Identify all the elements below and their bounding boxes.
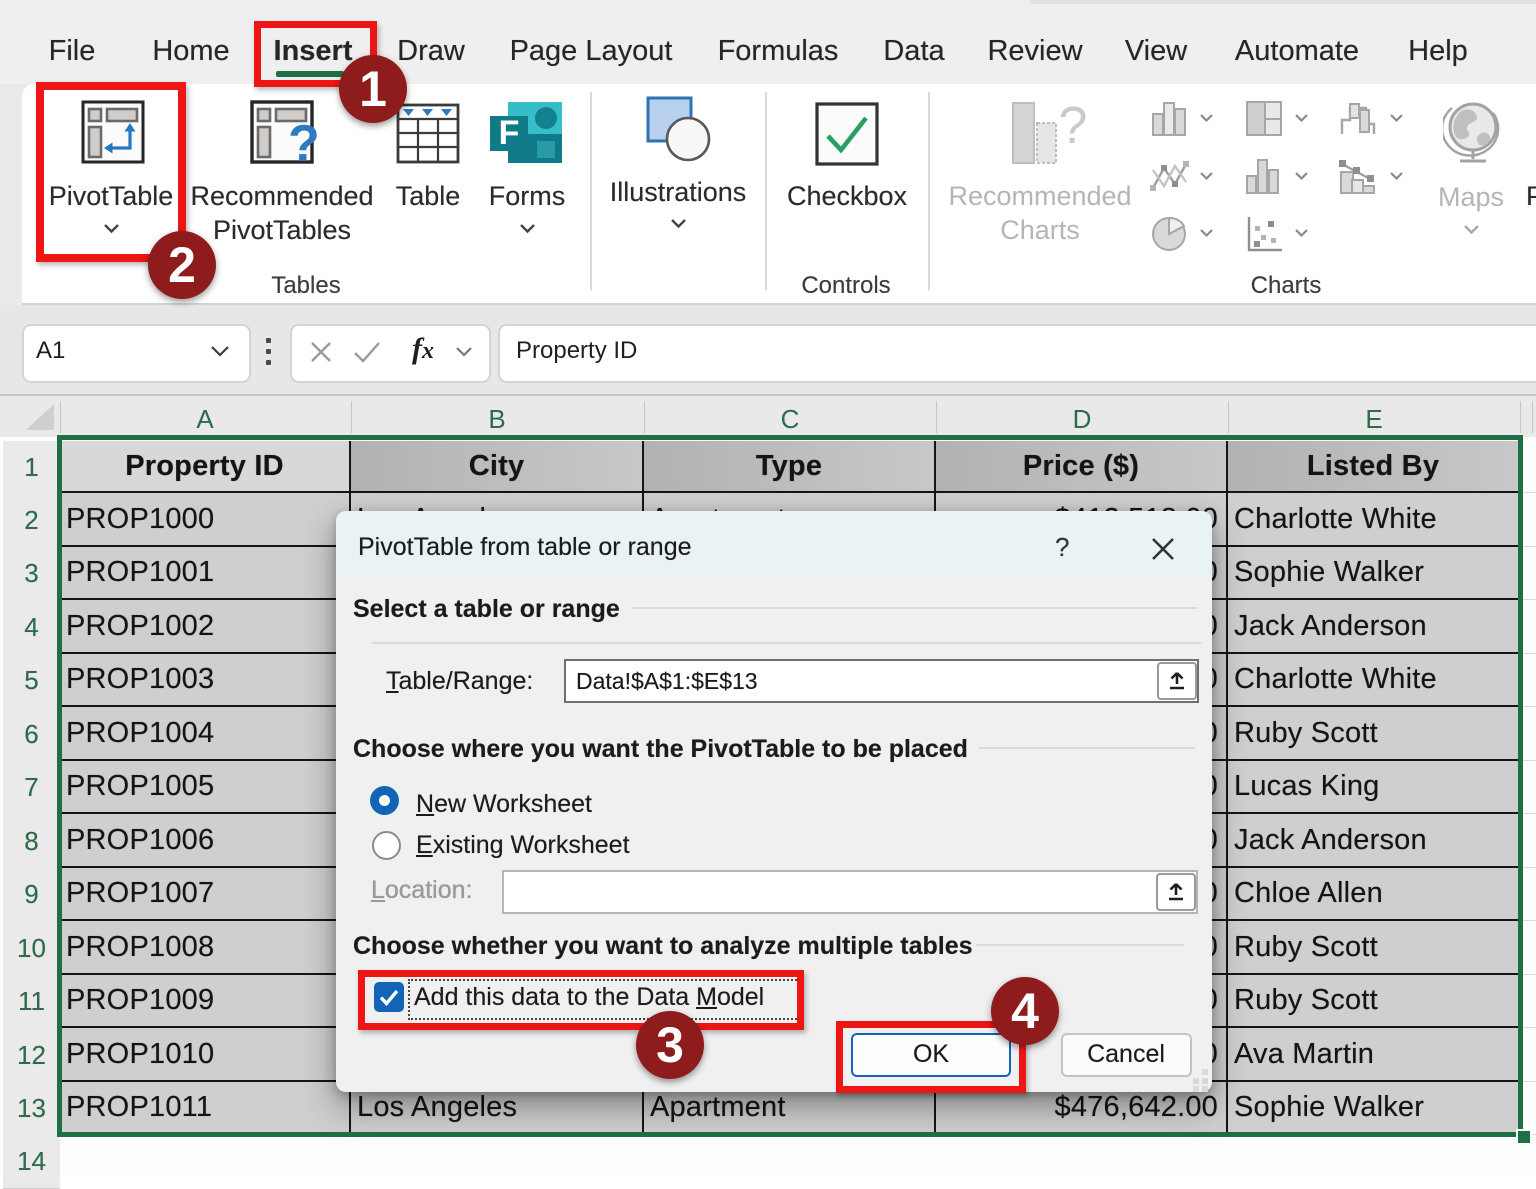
svg-text:?: ? [1059, 101, 1088, 155]
svg-text:F: F [499, 114, 520, 152]
